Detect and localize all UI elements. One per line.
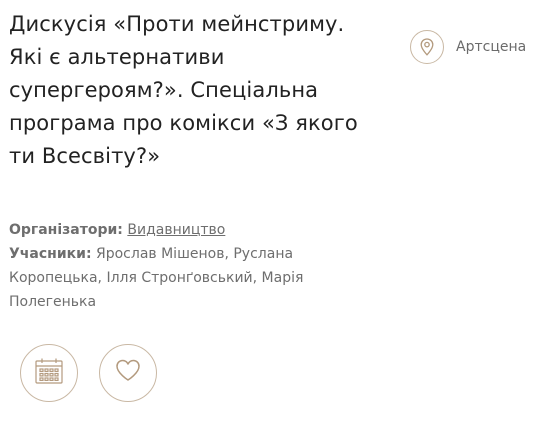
event-card: Дискусія «Проти мейнстриму. Які є альтер…	[0, 0, 560, 426]
organizer-link[interactable]: Видавництво	[127, 222, 225, 238]
calendar-icon	[35, 358, 63, 389]
event-title-line: Дискусія «Проти мейнстриму.	[9, 12, 345, 36]
organizers-label: Організатори:	[9, 222, 123, 238]
event-title-line: ти Всесвіту?»	[9, 144, 161, 168]
participants-row: Учасники: Ярослав Мішенов, Руслана Короп…	[9, 242, 329, 314]
event-actions	[20, 344, 157, 402]
venue-link[interactable]: Артсцена	[410, 30, 526, 64]
favorite-button[interactable]	[99, 344, 157, 402]
event-title-line: супергероям?». Спеціальна	[9, 78, 319, 102]
heart-icon	[115, 359, 141, 387]
organizers-row: Організатори: Видавництво	[9, 218, 329, 242]
venue-label[interactable]: Артсцена	[456, 39, 526, 55]
map-pin-icon	[410, 30, 444, 64]
add-to-calendar-button[interactable]	[20, 344, 78, 402]
event-title-line: програма про комікси «З якого	[9, 111, 358, 135]
event-title: Дискусія «Проти мейнстриму. Які є альтер…	[9, 8, 379, 173]
event-meta: Організатори: Видавництво Учасники: Ярос…	[9, 218, 329, 314]
event-title-line: Які є альтернативи	[9, 45, 225, 69]
participants-label: Учасники:	[9, 246, 92, 262]
